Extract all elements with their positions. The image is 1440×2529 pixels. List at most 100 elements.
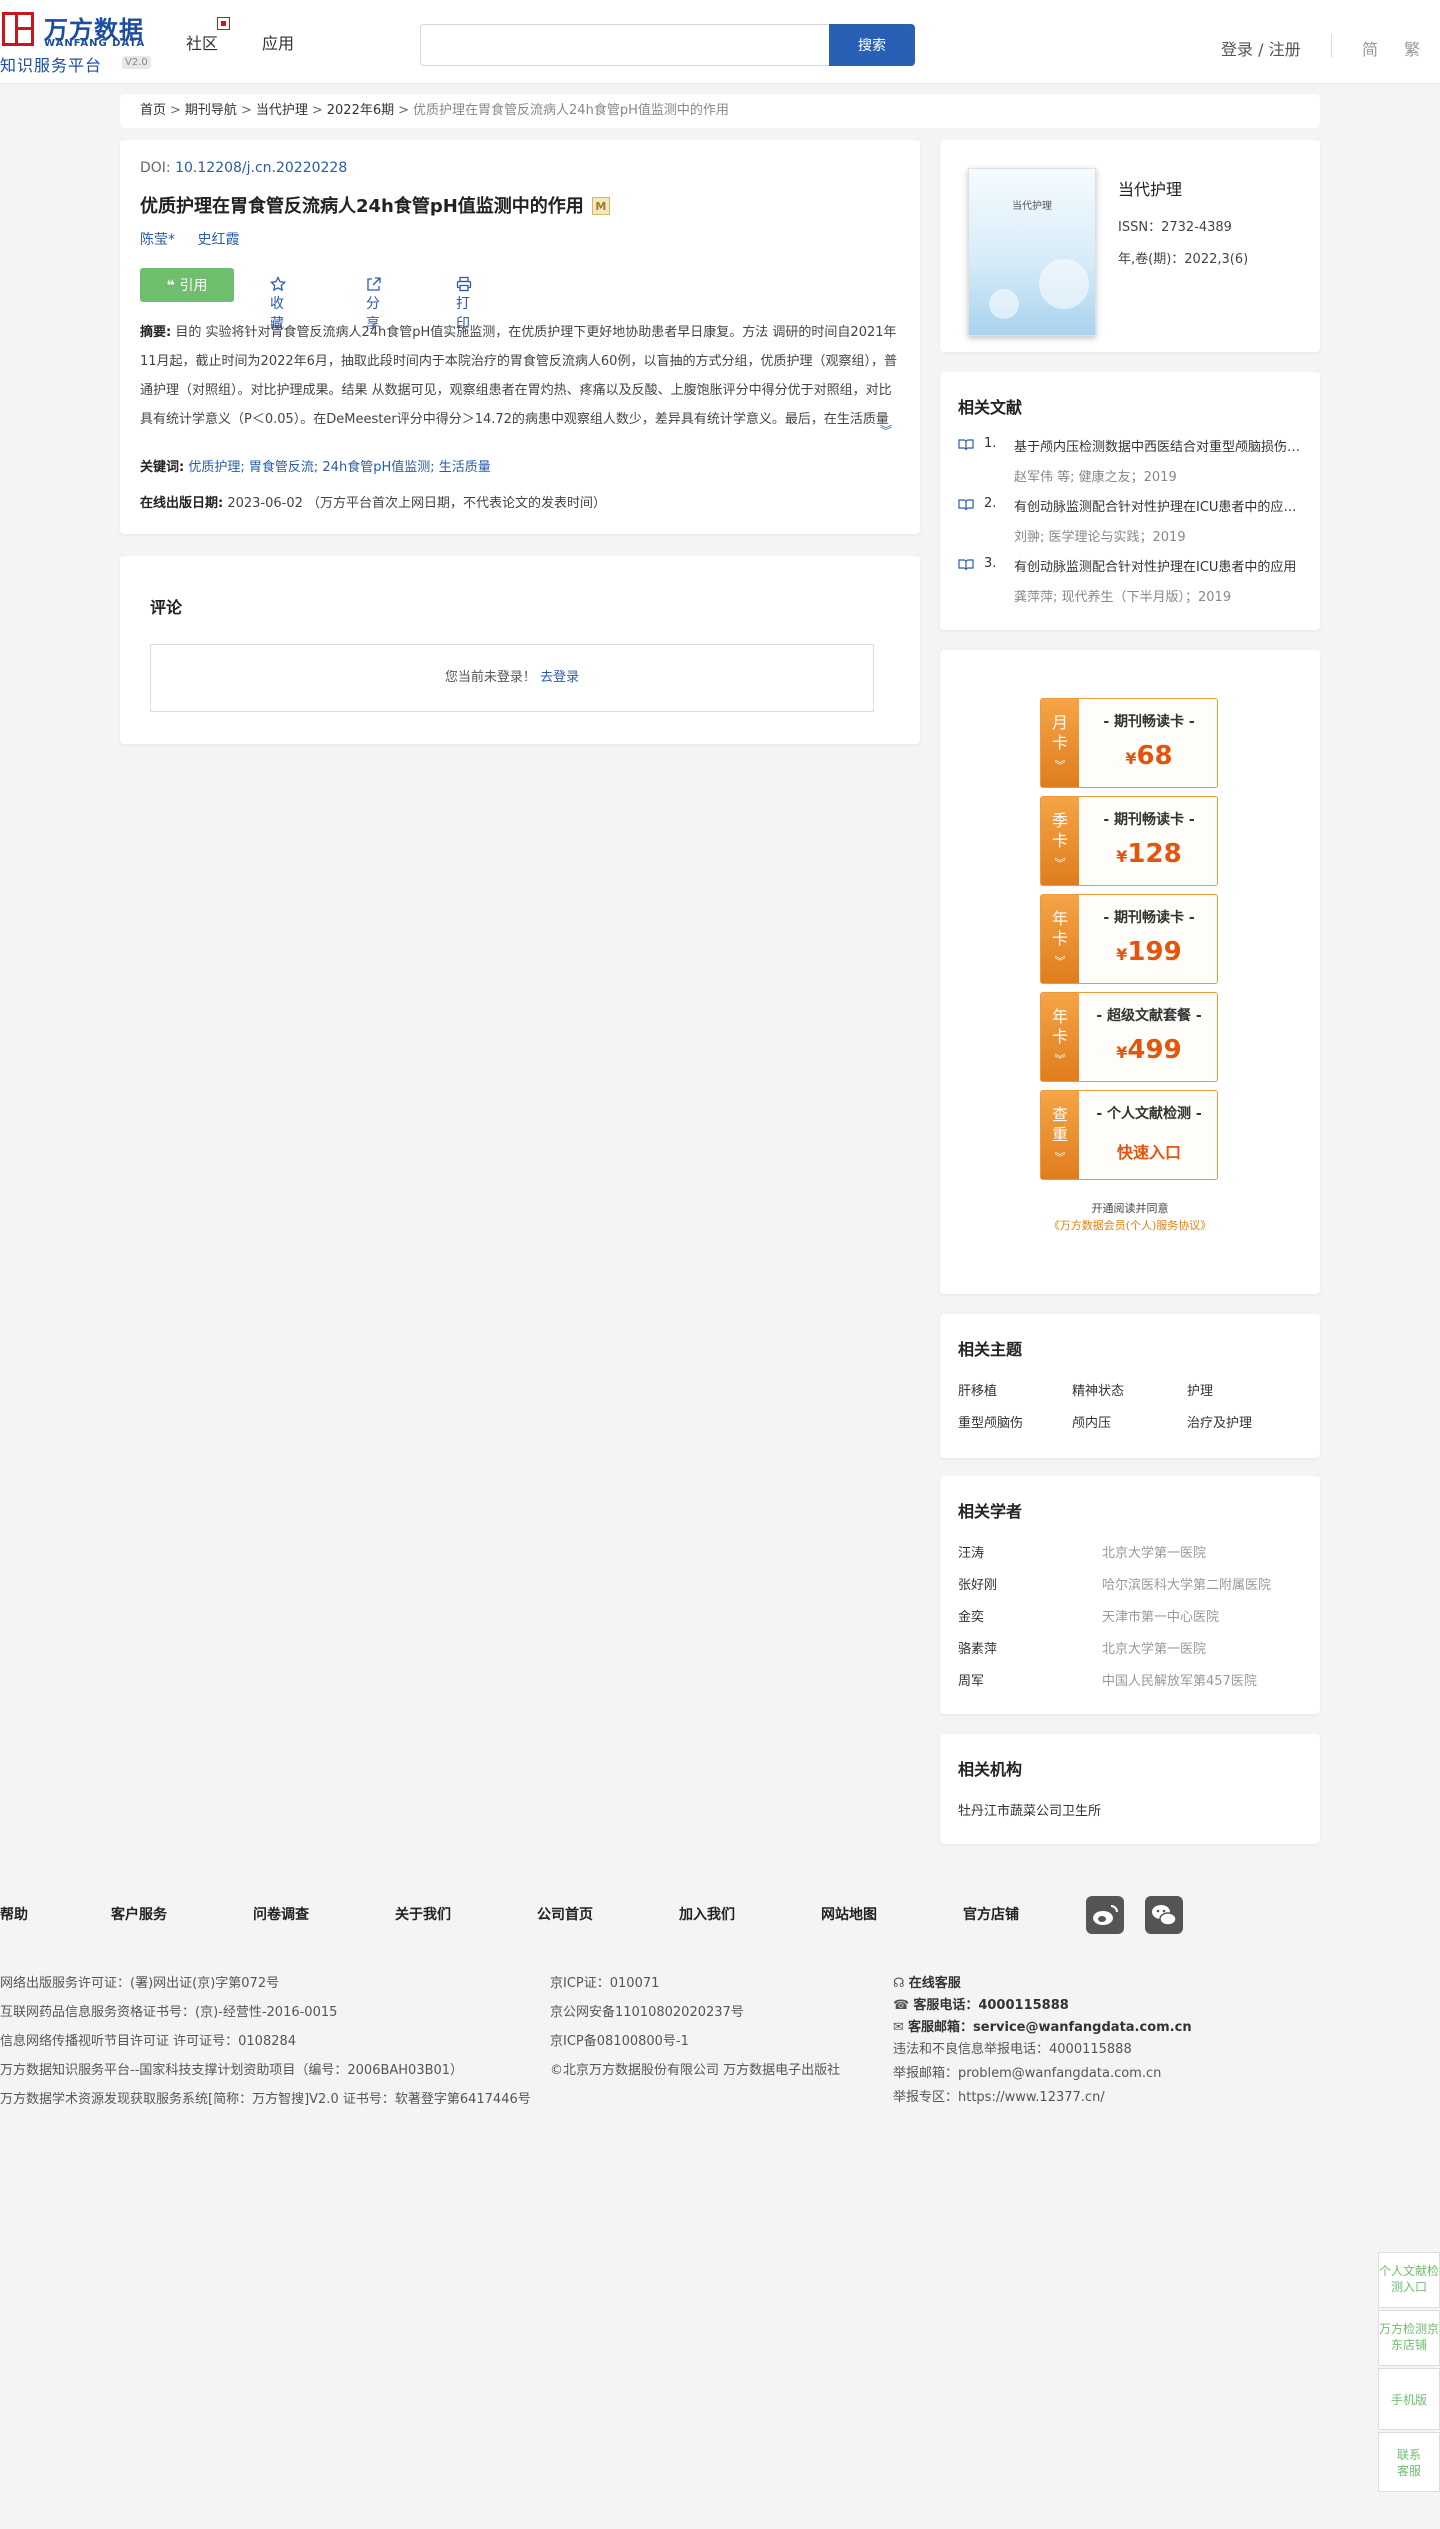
breadcrumb-journal-nav[interactable]: 期刊导航 <box>185 103 237 118</box>
tag-char: 卡 <box>1051 831 1068 850</box>
scholar-org[interactable]: 中国人民解放军第457医院 <box>1102 1670 1257 1689</box>
report-email[interactable]: 举报邮箱：problem@wanfangdata.com.cn <box>893 2062 1161 2081</box>
cite-button[interactable]: ❝ 引用 <box>140 268 234 302</box>
journal-name[interactable]: 当代护理 <box>1118 176 1182 200</box>
expand-abstract-icon[interactable]: ︾ <box>880 422 892 439</box>
article-title-text: 优质护理在胃食管反流病人24h食管pH值监测中的作用 <box>140 196 584 217</box>
keyword-link[interactable]: 优质护理; <box>188 460 244 475</box>
footer-license: 万方数据知识服务平台--国家科技支撑计划资助项目（编号：2006BAH03B01… <box>0 2063 464 2078</box>
topic-link[interactable]: 颅内压 <box>1072 1412 1111 1431</box>
pubdate-note: （万方平台首次上网日期，不代表论文的发表时间） <box>307 496 607 511</box>
related-doc-title[interactable]: 基于颅内压检测数据中西医结合对重型颅脑损伤患者的护理效果 <box>1014 436 1304 455</box>
related-doc-meta: 刘翀; 医学理论与实践；2019 <box>1014 530 1186 545</box>
online-service[interactable]: ☊ 在线客服 <box>893 1972 961 1991</box>
keyword-link[interactable]: 生活质量 <box>439 460 491 475</box>
footer-sitemap[interactable]: 网站地图 <box>821 1904 877 1924</box>
nav-community[interactable]: 社区 <box>186 30 218 54</box>
topic-link[interactable]: 肝移植 <box>958 1380 997 1399</box>
article-card: DOI: 10.12208/j.cn.20220228 优质护理在胃食管反流病人… <box>120 140 920 534</box>
abstract: 摘要: 目的 实验将针对胃食管反流病人24h食管pH值实施监测，在优质护理下更好… <box>140 318 900 434</box>
pubdate-value: 2023-06-02 <box>227 496 303 511</box>
quick-entry-link[interactable]: 快速入口 <box>1079 1139 1219 1163</box>
scholar-org[interactable]: 北京大学第一医院 <box>1102 1638 1206 1657</box>
scholar-name[interactable]: 金奕 <box>958 1606 984 1625</box>
monthly-card-package[interactable]: 月卡 ︾ - 期刊畅读卡 - ¥68 <box>1040 698 1218 788</box>
topic-link[interactable]: 重型颅脑伤 <box>958 1412 1023 1431</box>
footer-company-home[interactable]: 公司首页 <box>537 1904 593 1924</box>
float-mobile[interactable]: 手机版 <box>1378 2368 1440 2430</box>
scholar-org[interactable]: 北京大学第一医院 <box>1102 1542 1206 1561</box>
logo-mark-icon <box>2 12 34 46</box>
go-login-link[interactable]: 去登录 <box>540 670 579 685</box>
footer-official-store[interactable]: 官方店铺 <box>963 1904 1019 1924</box>
keyword-link[interactable]: 胃食管反流; <box>249 460 318 475</box>
related-doc-title[interactable]: 有创动脉监测配合针对性护理在ICU患者中的应用 <box>1014 556 1304 575</box>
breadcrumb-home[interactable]: 首页 <box>140 103 166 118</box>
site-logo[interactable]: 万方数据 WANFANG DATA 知识服务平台 V2.0 <box>0 6 160 76</box>
weibo-icon[interactable] <box>1086 1896 1124 1934</box>
lang-simplified[interactable]: 简 <box>1362 36 1378 60</box>
float-jd-store[interactable]: 万方检测京东店铺 <box>1378 2310 1440 2366</box>
journal-issn: ISSN：2732-4389 <box>1118 220 1232 235</box>
related-doc-num: 1. <box>984 436 997 451</box>
footer-join-us[interactable]: 加入我们 <box>679 1904 735 1924</box>
topic-link[interactable]: 护理 <box>1187 1380 1213 1399</box>
related-doc-num: 3. <box>984 556 997 571</box>
float-contact-service[interactable]: 联系客服 <box>1378 2432 1440 2492</box>
footer-help[interactable]: 帮助 <box>0 1904 28 1924</box>
book-icon <box>958 499 974 511</box>
scholar-name[interactable]: 张好刚 <box>958 1574 997 1593</box>
email-value[interactable]: service@wanfangdata.com.cn <box>973 2020 1192 2035</box>
keyword-link[interactable]: 24h食管pH值监测; <box>322 460 434 475</box>
plagiarism-check-package[interactable]: 查重 ︾ - 个人文献检测 - 快速入口 <box>1040 1090 1218 1180</box>
abstract-label: 摘要: <box>140 325 172 340</box>
breadcrumb-issue[interactable]: 2022年6期 <box>327 103 394 118</box>
lang-traditional[interactable]: 繁 <box>1404 36 1420 60</box>
related-doc-title[interactable]: 有创动脉监测配合针对性护理在ICU患者中的应用效果 <box>1014 496 1304 515</box>
logo-subtitle: 知识服务平台 <box>0 56 103 75</box>
related-doc-meta: 赵军伟 等; 健康之友；2019 <box>1014 470 1177 485</box>
footer-about[interactable]: 关于我们 <box>395 1904 451 1924</box>
not-logged-text: 您当前未登录！ <box>444 670 536 685</box>
journal-card: 当代护理 当代护理 ISSN：2732-4389 年,卷(期)：2022,3(6… <box>940 140 1320 352</box>
yearly-card-package[interactable]: 年卡 ︾ - 期刊畅读卡 - ¥199 <box>1040 894 1218 984</box>
footer-customer-service[interactable]: 客户服务 <box>111 1904 167 1924</box>
scholar-name[interactable]: 周军 <box>958 1670 984 1689</box>
price-value: 128 <box>1127 839 1182 869</box>
scholar-org[interactable]: 天津市第一中心医院 <box>1102 1606 1219 1625</box>
footer-icp[interactable]: 京ICP备08100800号-1 <box>550 2030 689 2049</box>
footer-icp[interactable]: 京公网安备11010802020237号 <box>550 2001 744 2020</box>
scholar-name[interactable]: 汪涛 <box>958 1542 984 1561</box>
search-input[interactable] <box>420 24 830 66</box>
service-agreement-link[interactable]: 《万方数据会员(个人)服务协议》 <box>940 1217 1320 1233</box>
topic-link[interactable]: 精神状态 <box>1072 1380 1124 1399</box>
quarterly-card-package[interactable]: 季卡 ︾ - 期刊畅读卡 - ¥128 <box>1040 796 1218 886</box>
footer-icp[interactable]: 京ICP证：010071 <box>550 1972 659 1991</box>
scholar-org[interactable]: 哈尔滨医科大学第二附属医院 <box>1102 1574 1271 1593</box>
search-button[interactable]: 搜索 <box>829 24 915 66</box>
online-service-label: 在线客服 <box>908 1976 961 1991</box>
package-tag: 年卡 ︾ <box>1041 895 1079 983</box>
footer-survey[interactable]: 问卷调查 <box>253 1904 309 1924</box>
wechat-icon[interactable] <box>1145 1896 1183 1934</box>
related-doc-meta: 龚萍萍; 现代养生（下半月版）；2019 <box>1014 590 1232 605</box>
institution-link[interactable]: 牡丹江市蔬菜公司卫生所 <box>958 1800 1101 1819</box>
breadcrumb-journal[interactable]: 当代护理 <box>256 103 308 118</box>
doi-line: DOI: 10.12208/j.cn.20220228 <box>140 160 347 176</box>
author-link[interactable]: 陈莹* <box>140 232 175 248</box>
author-link[interactable]: 史红霞 <box>197 232 239 248</box>
report-zone[interactable]: 举报专区：https://www.12377.cn/ <box>893 2086 1105 2105</box>
super-literature-package[interactable]: 年卡 ︾ - 超级文献套餐 - ¥499 <box>1040 992 1218 1082</box>
scholar-name[interactable]: 骆素萍 <box>958 1638 997 1657</box>
breadcrumb-separator: > <box>398 103 410 118</box>
packages-card: 月卡 ︾ - 期刊畅读卡 - ¥68 季卡 ︾ - 期刊畅读卡 - ¥128 年卡 ︾… <box>940 650 1320 1294</box>
version-badge: V2.0 <box>122 56 151 69</box>
journal-cover[interactable]: 当代护理 <box>968 168 1096 336</box>
topic-link[interactable]: 治疗及护理 <box>1187 1412 1252 1431</box>
package-price: ¥128 <box>1079 839 1219 869</box>
login-register-link[interactable]: 登录 / 注册 <box>1221 36 1301 60</box>
float-plagiarism-entry[interactable]: 个人文献检测入口 <box>1378 2252 1440 2308</box>
package-price: ¥199 <box>1079 937 1219 967</box>
nav-apps[interactable]: 应用 <box>262 30 294 54</box>
doi-link[interactable]: 10.12208/j.cn.20220228 <box>175 160 347 176</box>
